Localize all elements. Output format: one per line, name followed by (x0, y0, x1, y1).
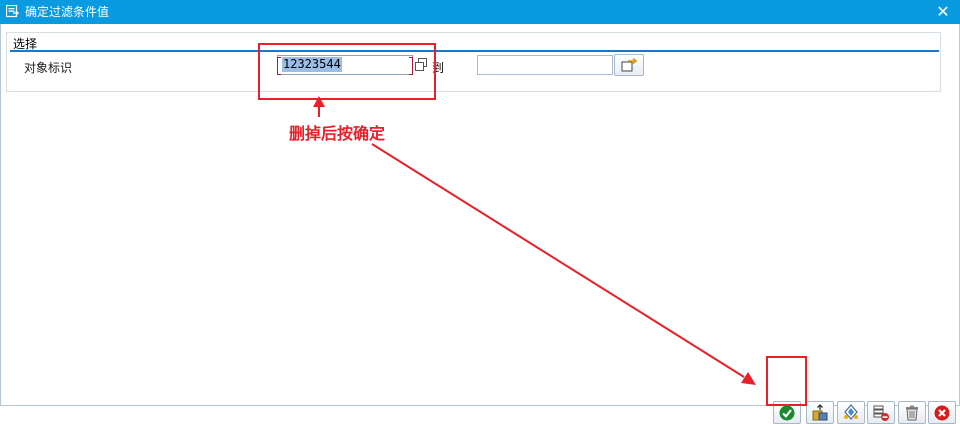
annotation-arrows (313, 96, 756, 385)
arrow-up-to-input (313, 96, 325, 117)
check-icon (779, 405, 795, 421)
upload-icon (812, 404, 828, 421)
diamond-icon (844, 404, 858, 420)
cancel-icon (934, 405, 950, 421)
trash-icon (906, 405, 918, 421)
delete-row-icon (873, 405, 889, 421)
arrow-to-confirm (371, 143, 756, 385)
